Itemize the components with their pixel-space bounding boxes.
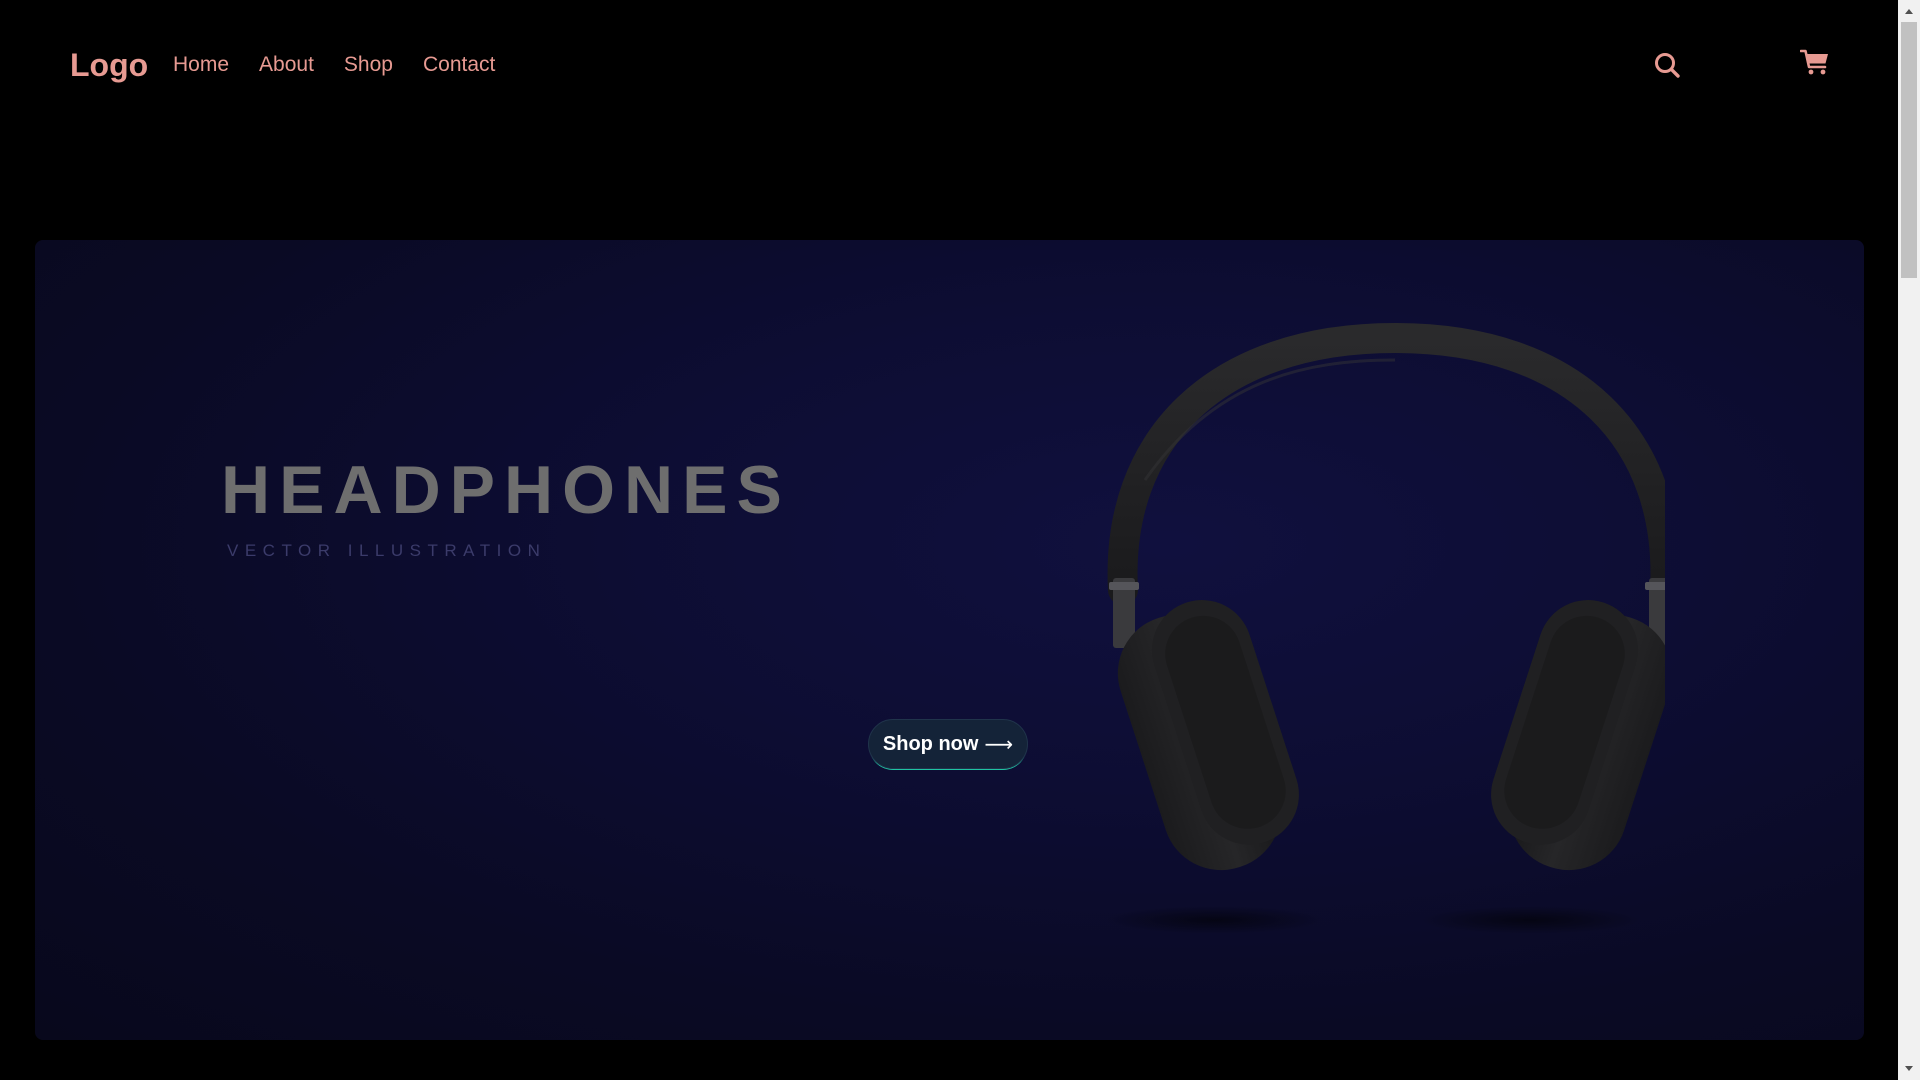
headphones-illustration — [1105, 322, 1665, 934]
scrollbar-thumb[interactable] — [1901, 22, 1917, 278]
left-shadow — [1105, 906, 1325, 934]
nav-link-about[interactable]: About — [259, 50, 314, 80]
cart-button[interactable] — [1795, 42, 1835, 82]
cart-icon — [1800, 49, 1828, 75]
nav-link-contact[interactable]: Contact — [423, 50, 495, 80]
vertical-scrollbar[interactable] — [1898, 0, 1920, 1080]
search-button[interactable] — [1647, 45, 1687, 85]
hero-title: HEADPHONES — [221, 452, 791, 528]
logo-link[interactable]: Logo — [70, 46, 148, 84]
triangle-up-icon — [1905, 9, 1913, 14]
page: Logo Home About Shop Contact HEADPHONES … — [0, 0, 1920, 1080]
right-ear-cup — [1491, 600, 1665, 871]
nav-link-home[interactable]: Home — [173, 50, 229, 80]
hero-subtitle: VECTOR ILLUSTRATION — [227, 541, 547, 560]
nav-link-shop[interactable]: Shop — [344, 50, 393, 80]
triangle-down-icon — [1905, 1066, 1913, 1071]
right-shadow — [1420, 906, 1640, 934]
scroll-down-button[interactable] — [1898, 1058, 1920, 1080]
shop-now-label: Shop now — [882, 732, 979, 755]
arrow-right-icon: ⟶ — [984, 732, 1014, 756]
main-nav: Home About Shop Contact — [173, 50, 525, 80]
hero-banner: HEADPHONES VECTOR ILLUSTRATION Shop now … — [35, 240, 1864, 1040]
shop-now-button[interactable]: Shop now ⟶ — [868, 719, 1028, 769]
search-icon — [1655, 53, 1680, 78]
site-header: Logo Home About Shop Contact — [0, 0, 1898, 130]
scroll-up-button[interactable] — [1898, 0, 1920, 22]
headband — [1107, 322, 1665, 605]
